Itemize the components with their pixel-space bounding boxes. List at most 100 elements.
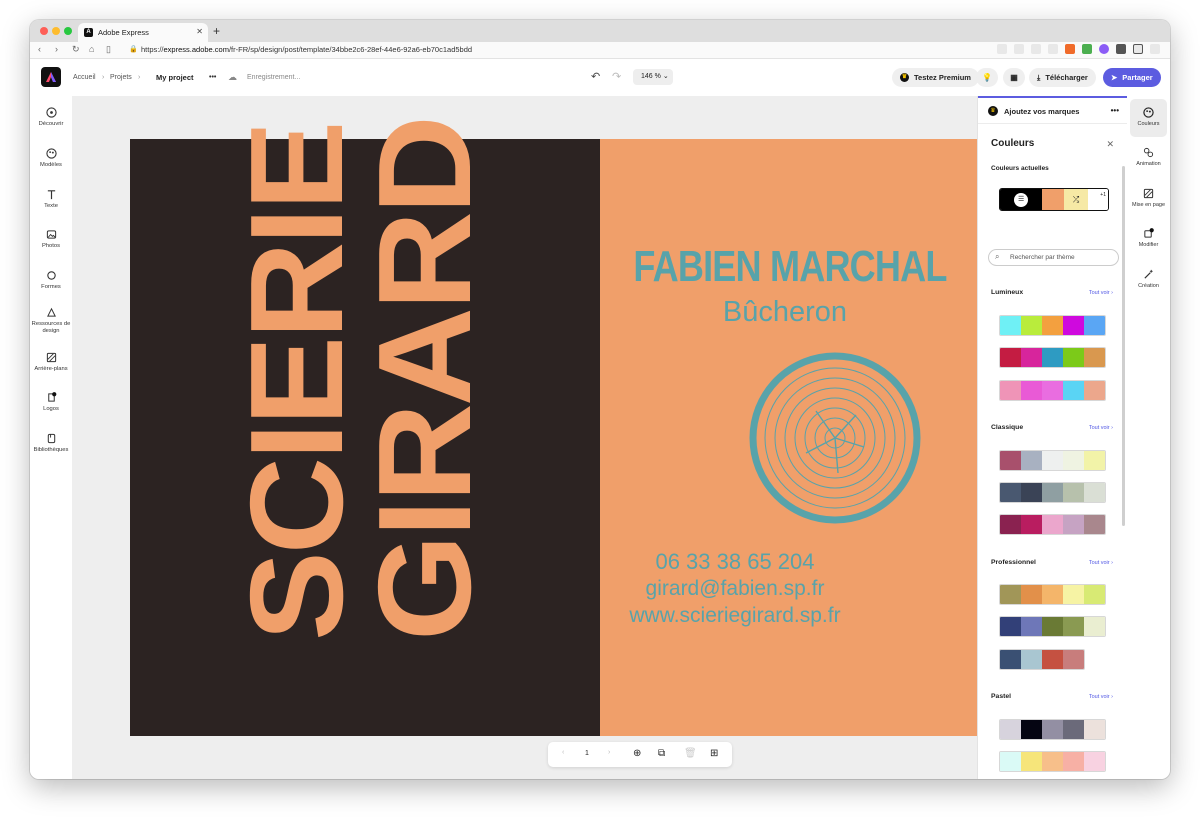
tree-rings-icon[interactable]	[746, 349, 924, 527]
color-swatch[interactable]	[1063, 515, 1084, 534]
color-swatch[interactable]	[1042, 752, 1063, 771]
next-page-icon[interactable]: ›	[608, 749, 610, 756]
adjust-sliders-icon[interactable]: ☰	[1014, 192, 1029, 207]
translate-icon[interactable]	[997, 44, 1007, 54]
current-color-2[interactable]	[1042, 189, 1064, 210]
color-swatch[interactable]	[1021, 650, 1042, 669]
color-swatch[interactable]	[1000, 381, 1021, 400]
color-swatch[interactable]	[1042, 617, 1063, 636]
color-swatch[interactable]	[1000, 650, 1021, 669]
theme-search-field[interactable]: ⌕ Rechercher par thème	[988, 249, 1119, 266]
color-swatch[interactable]	[1084, 585, 1105, 604]
project-name[interactable]: My project	[156, 73, 194, 82]
undo-icon[interactable]: ↶	[591, 70, 600, 83]
business-card[interactable]: SCIERIE GIRARD FABIEN MARCHAL Bûcheron 0…	[130, 118, 977, 736]
rail-item-layout[interactable]: Mise en page	[1127, 188, 1170, 209]
back-icon[interactable]: ‹	[38, 44, 41, 54]
extension-purple-icon[interactable]	[1099, 44, 1109, 54]
color-swatch[interactable]	[1042, 720, 1063, 739]
maximize-window-icon[interactable]	[64, 27, 72, 35]
see-all-classique[interactable]: Tout voir ›	[1089, 425, 1113, 431]
card-left-panel[interactable]: SCIERIE GIRARD	[130, 118, 600, 736]
color-swatch[interactable]	[1063, 483, 1084, 502]
duplicate-page-icon[interactable]: ⧉	[658, 748, 665, 759]
palette-professionnel-3[interactable]	[999, 649, 1085, 670]
color-swatch[interactable]	[1063, 585, 1084, 604]
brand-line-2[interactable]: GIRARD	[351, 118, 498, 641]
share-page-icon[interactable]	[1031, 44, 1041, 54]
brand-header-title[interactable]: Ajoutez vos marques	[1004, 107, 1079, 116]
color-swatch[interactable]	[1042, 650, 1063, 669]
home-icon[interactable]: ⌂	[89, 44, 94, 54]
close-tab-icon[interactable]: ✕	[196, 27, 203, 36]
share-button[interactable]: ➤ Partager	[1103, 68, 1161, 87]
brand-line-1[interactable]: SCIERIE	[223, 124, 370, 641]
color-swatch[interactable]	[1042, 381, 1063, 400]
calendar-button[interactable]: ▦	[1003, 68, 1025, 87]
delete-page-icon[interactable]: 🗑	[684, 748, 697, 759]
color-swatch[interactable]	[1084, 515, 1105, 534]
color-swatch[interactable]	[1021, 316, 1042, 335]
palette-pastel-1[interactable]	[999, 719, 1106, 740]
color-swatch[interactable]	[1042, 585, 1063, 604]
see-all-lumineux[interactable]: Tout voir ›	[1089, 290, 1113, 296]
current-color-3[interactable]: ⤮	[1063, 189, 1089, 210]
rail-item-creation[interactable]: Création	[1127, 269, 1170, 290]
adobe-express-logo[interactable]	[41, 67, 61, 87]
current-color-1[interactable]: ☰	[1000, 189, 1043, 210]
color-swatch[interactable]	[1063, 316, 1084, 335]
rail-item-design-assets[interactable]: Ressources de design	[30, 307, 72, 335]
color-swatch[interactable]	[1000, 617, 1021, 636]
job-title[interactable]: Bûcheron	[550, 296, 1020, 329]
more-colors-count[interactable]: +1	[1088, 189, 1108, 210]
reader-icon[interactable]	[1014, 44, 1024, 54]
shuffle-icon[interactable]: ⤮	[1073, 195, 1079, 205]
rail-item-text[interactable]: Texte	[30, 189, 72, 210]
rail-item-edit[interactable]: Modifier	[1127, 228, 1170, 249]
rail-item-photos[interactable]: Photos	[30, 229, 72, 250]
palette-classique-2[interactable]	[999, 482, 1106, 503]
rail-item-shapes[interactable]: Formes	[30, 270, 72, 291]
security-icon[interactable]	[1048, 44, 1058, 54]
color-swatch[interactable]	[1084, 316, 1105, 335]
add-page-icon[interactable]: ⊕	[633, 748, 641, 759]
rail-item-animation[interactable]: Animation	[1127, 147, 1170, 168]
color-swatch[interactable]	[1063, 720, 1084, 739]
color-swatch[interactable]	[1021, 720, 1042, 739]
palette-classique-1[interactable]	[999, 450, 1106, 471]
premium-button[interactable]: ♛ Testez Premium	[892, 68, 979, 87]
panel-scrollbar[interactable]	[1122, 166, 1125, 526]
color-swatch[interactable]	[1063, 348, 1084, 367]
color-swatch[interactable]	[1021, 451, 1042, 470]
palette-lumineux-1[interactable]	[999, 315, 1106, 336]
color-swatch[interactable]	[1000, 585, 1021, 604]
color-swatch[interactable]	[1084, 617, 1105, 636]
page-number[interactable]: 1	[585, 750, 589, 757]
color-swatch[interactable]	[1063, 381, 1084, 400]
canvas-area[interactable]: SCIERIE GIRARD FABIEN MARCHAL Bûcheron 0…	[72, 96, 977, 779]
color-swatch[interactable]	[1063, 451, 1084, 470]
grid-view-icon[interactable]: ⊞	[710, 748, 718, 759]
color-swatch[interactable]	[1084, 720, 1105, 739]
email-address[interactable]: girard@fabien.sp.fr	[500, 577, 970, 601]
color-swatch[interactable]	[1000, 348, 1021, 367]
rail-item-backgrounds[interactable]: Arrière-plans	[30, 352, 72, 373]
color-swatch[interactable]	[1042, 316, 1063, 335]
color-swatch[interactable]	[1042, 348, 1063, 367]
color-swatch[interactable]	[1042, 483, 1063, 502]
color-swatch[interactable]	[1063, 650, 1084, 669]
download-button[interactable]: ⤓ Télécharger	[1029, 68, 1096, 87]
color-swatch[interactable]	[1000, 515, 1021, 534]
see-all-pastel[interactable]: Tout voir ›	[1089, 694, 1113, 700]
zoom-dropdown[interactable]: 146 % ⌄	[633, 69, 673, 85]
color-swatch[interactable]	[1000, 451, 1021, 470]
brave-icon[interactable]	[1065, 44, 1075, 54]
rail-item-logos[interactable]: Logos	[30, 392, 72, 413]
extension-green-icon[interactable]	[1082, 44, 1092, 54]
color-swatch[interactable]	[1063, 617, 1084, 636]
color-swatch[interactable]	[1000, 752, 1021, 771]
close-panel-icon[interactable]: ✕	[1106, 139, 1114, 150]
website-address[interactable]: www.scieriegirard.sp.fr	[500, 604, 970, 628]
color-swatch[interactable]	[1084, 348, 1105, 367]
phone-number[interactable]: 06 33 38 65 204	[500, 549, 970, 575]
